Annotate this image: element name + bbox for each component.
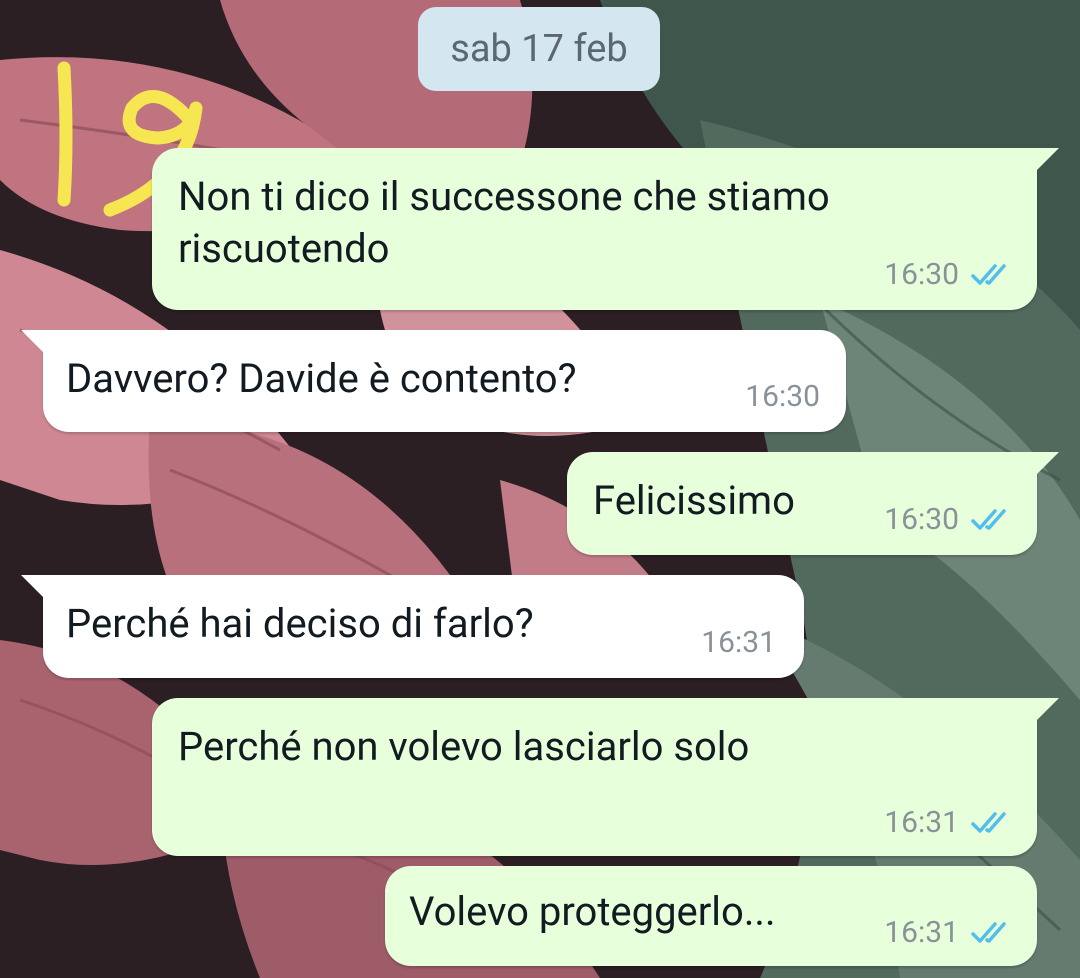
message-time: 16:31	[701, 625, 776, 660]
message-bubble-outgoing[interactable]: Volevo proteggerlo... 16:31	[385, 866, 1037, 966]
message-text: Felicissimo	[593, 477, 795, 524]
bubble-tail	[21, 575, 45, 599]
message-text: Davvero? Davide è contento?	[66, 355, 577, 402]
message-meta: 16:30	[884, 257, 1015, 292]
message-time: 16:30	[884, 502, 959, 537]
read-receipt-icon	[971, 263, 1006, 285]
message-time: 16:30	[884, 257, 959, 292]
read-receipt-icon	[971, 921, 1006, 943]
message-text: Volevo proteggerlo...	[409, 888, 776, 935]
date-chip: sab 17 feb	[418, 7, 660, 91]
message-time: 16:31	[884, 915, 959, 950]
message-time: 16:31	[884, 805, 959, 840]
message-meta: 16:31	[884, 805, 1015, 840]
message-meta: 16:30	[745, 379, 820, 414]
message-bubble-outgoing[interactable]: Felicissimo 16:30	[567, 452, 1059, 555]
message-meta: 16:31	[701, 625, 776, 660]
message-meta: 16:30	[884, 502, 1015, 537]
message-bubble-incoming[interactable]: Davvero? Davide è contento? 16:30	[21, 330, 846, 432]
message-bubble-outgoing[interactable]: Perché non volevo lasciarlo solo 16:31	[152, 698, 1059, 856]
message-text: Perché non volevo lasciarlo solo	[178, 723, 750, 770]
read-receipt-icon	[971, 508, 1006, 530]
message-time: 16:30	[745, 379, 820, 414]
bubble-tail	[1035, 148, 1059, 172]
message-bubble-incoming[interactable]: Perché hai deciso di farlo? 16:31	[21, 575, 804, 678]
read-receipt-icon	[971, 811, 1006, 833]
bubble-tail	[1035, 698, 1059, 722]
message-bubble-outgoing[interactable]: Non ti dico il successone che stiamo ris…	[152, 148, 1059, 310]
bubble-tail	[21, 330, 45, 354]
message-text: Non ti dico il successone che stiamo ris…	[178, 173, 830, 272]
message-meta: 16:31	[884, 915, 1015, 950]
message-text: Perché hai deciso di farlo?	[66, 600, 534, 647]
bubble-tail	[1035, 452, 1059, 476]
